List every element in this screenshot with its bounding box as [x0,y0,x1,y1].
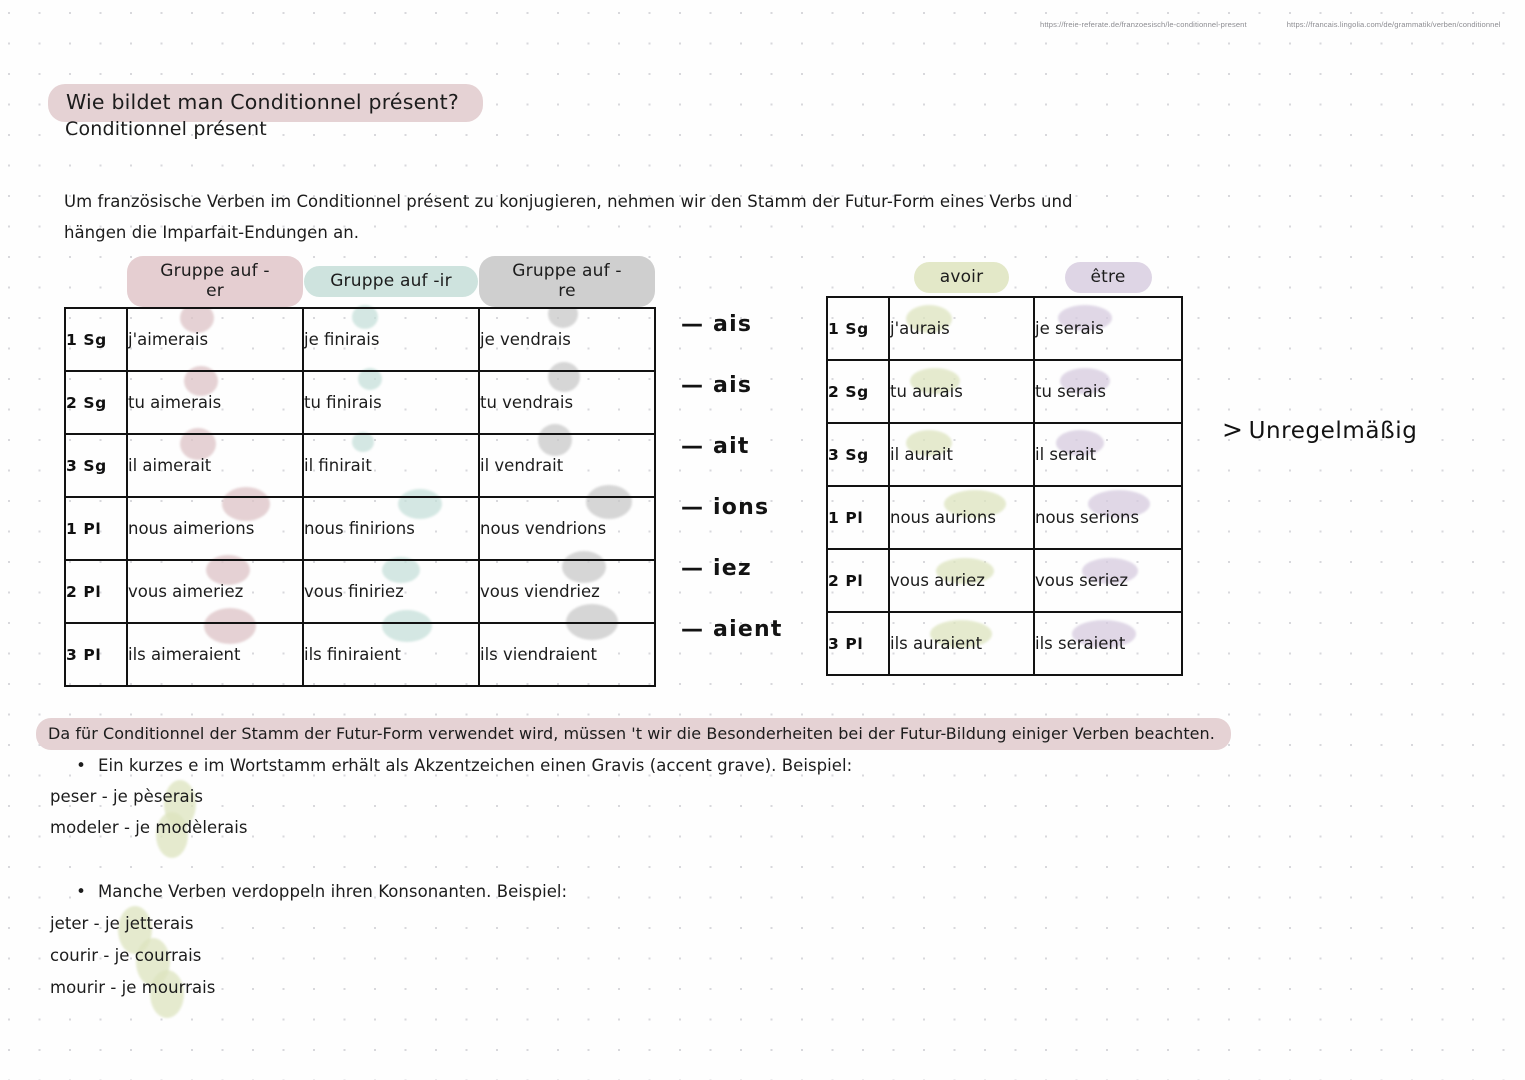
header-cell-re: Gruppe auf -re [479,256,655,308]
header-pill-er: Gruppe auf -er [127,256,303,307]
table-row: 1 Pl nous aimerions nous finirions nous … [64,496,656,561]
table-row: 1 Pl nous aurions nous serions [826,485,1183,550]
bullet-dot-icon: • [76,756,86,775]
cell-avoir: vous auriez [888,548,1035,613]
futur-note-banner: Da für Conditionnel der Stamm der Futur-… [36,718,1231,750]
cell-avoir: tu aurais [888,359,1035,424]
cell-er: ils aimeraient [126,622,304,687]
table-row: 3 Sg il aurait il serait [826,422,1183,487]
header-cell-avoir: avoir [889,258,1034,297]
table-row: 1 Sg j'aimerais je finirais je vendrais [64,307,656,372]
page-subtitle: Conditionnel présent [65,118,267,140]
cell-ir: je finirais [302,307,480,372]
cell-er: nous aimerions [126,496,304,561]
ending-2sg: — ais [681,373,753,398]
page-title-wrapper: Wie bildet man Conditionnel présent? [48,84,483,122]
row-label: 1 Pl [826,485,890,550]
ending-1sg: — ais [681,312,753,337]
cell-avoir: j'aurais [888,296,1035,361]
cell-etre: nous serions [1033,485,1183,550]
table-row: 3 Pl ils aimeraient ils finiraient ils v… [64,622,656,687]
irregular-conjugation-table: avoir être 1 Sg j'aurais je serais 2 Sg … [826,258,1183,676]
row-label: 1 Pl [64,496,128,561]
header-pill-re: Gruppe auf -re [479,256,655,307]
row-label: 2 Sg [826,359,890,424]
cell-re: vous viendriez [478,559,656,624]
header-pill-ir: Gruppe auf -ir [304,266,478,297]
table-row: 1 Sg j'aurais je serais [826,296,1183,361]
row-label: 3 Sg [826,422,890,487]
cell-avoir: il aurait [888,422,1035,487]
row-label: 3 Pl [64,622,128,687]
header-cell-empty [65,256,127,308]
row-label: 1 Sg [64,307,128,372]
cell-etre: vous seriez [1033,548,1183,613]
cell-re: tu vendrais [478,370,656,435]
cell-re: ils viendraient [478,622,656,687]
row-label: 3 Pl [826,611,890,676]
header-cell-empty [827,258,889,297]
row-label: 2 Pl [64,559,128,624]
bullet-item-1: • Ein kurzes e im Wortstamm erhält als Ak… [64,756,852,775]
example-2-3: mourir - je mourrais [50,978,216,997]
table-header-row: Gruppe auf -er Gruppe auf -ir Gruppe auf… [65,256,655,308]
table-header-row: avoir être [827,258,1182,297]
cell-avoir: ils auraient [888,611,1035,676]
ending-2pl: — iez [681,556,752,581]
bullet-dot-icon: • [76,882,86,901]
header-pill-avoir: avoir [913,261,1010,293]
table-row: 3 Pl ils auraient ils seraient [826,611,1183,676]
intro-paragraph: Um französische Verben im Conditionnel p… [64,192,1073,242]
row-label: 3 Sg [64,433,128,498]
cell-ir: nous finirions [302,496,480,561]
ending-3sg: — ait [681,434,750,459]
table-row: 2 Pl vous auriez vous seriez [826,548,1183,613]
example-2-2: courir - je courrais [50,946,202,965]
cell-re: nous vendrions [478,496,656,561]
regular-conjugation-table: Gruppe auf -er Gruppe auf -ir Gruppe auf… [64,256,656,687]
cell-ir: vous finiriez [302,559,480,624]
header-cell-ir: Gruppe auf -ir [303,256,479,308]
row-label: 1 Sg [826,296,890,361]
cell-ir: tu finirais [302,370,480,435]
bullet-text-1: Ein kurzes e im Wortstamm erhält als Akz… [98,756,853,775]
cell-etre: il serait [1033,422,1183,487]
header-cell-etre: être [1034,258,1182,297]
ending-1pl: — ions [681,495,770,520]
row-label: 2 Pl [826,548,890,613]
cell-er: tu aimerais [126,370,304,435]
cell-er: j'aimerais [126,307,304,372]
cell-etre: ils seraient [1033,611,1183,676]
bullet-item-2: • Manche Verben verdoppeln ihren Konsonan… [64,882,567,901]
bullet-text-2: Manche Verben verdoppeln ihren Konsonant… [98,882,568,901]
cell-etre: je serais [1033,296,1183,361]
ending-3pl: — aient [681,617,783,642]
page-title: Wie bildet man Conditionnel présent? [48,84,483,122]
cell-re: il vendrait [478,433,656,498]
table-row: 2 Sg tu aimerais tu finirais tu vendrais [64,370,656,435]
cell-avoir: nous aurions [888,485,1035,550]
endings-list: — ais — ais — ait — ions — iez — aient [681,294,783,660]
source-url-1: https://freie-referate.de/franzoesisch/l… [1040,20,1247,29]
example-1-1: peser - je pèserais [50,787,203,806]
source-url-2: https://francais.lingolia.com/de/grammat… [1286,20,1501,29]
irregular-annotation-label: Unregelmäßig [1248,418,1418,444]
table-row: 2 Sg tu aurais tu serais [826,359,1183,424]
header-cell-er: Gruppe auf -er [127,256,303,308]
table-row: 2 Pl vous aimeriez vous finiriez vous vi… [64,559,656,624]
cell-etre: tu serais [1033,359,1183,424]
example-1-2: modeler - je modèlerais [50,818,248,837]
cell-er: vous aimeriez [126,559,304,624]
cell-ir: il finirait [302,433,480,498]
example-2-1: jeter - je jetterais [50,914,194,933]
cell-ir: ils finiraient [302,622,480,687]
row-label: 2 Sg [64,370,128,435]
header-pill-etre: être [1064,261,1152,293]
irregular-annotation: > Unregelmäßig [1222,415,1417,444]
cell-er: il aimerait [126,433,304,498]
chevron-right-icon: > [1222,415,1244,444]
cell-re: je vendrais [478,307,656,372]
table-row: 3 Sg il aimerait il finirait il vendrait [64,433,656,498]
source-url-bar: https://freie-referate.de/franzoesisch/l… [1040,20,1510,29]
